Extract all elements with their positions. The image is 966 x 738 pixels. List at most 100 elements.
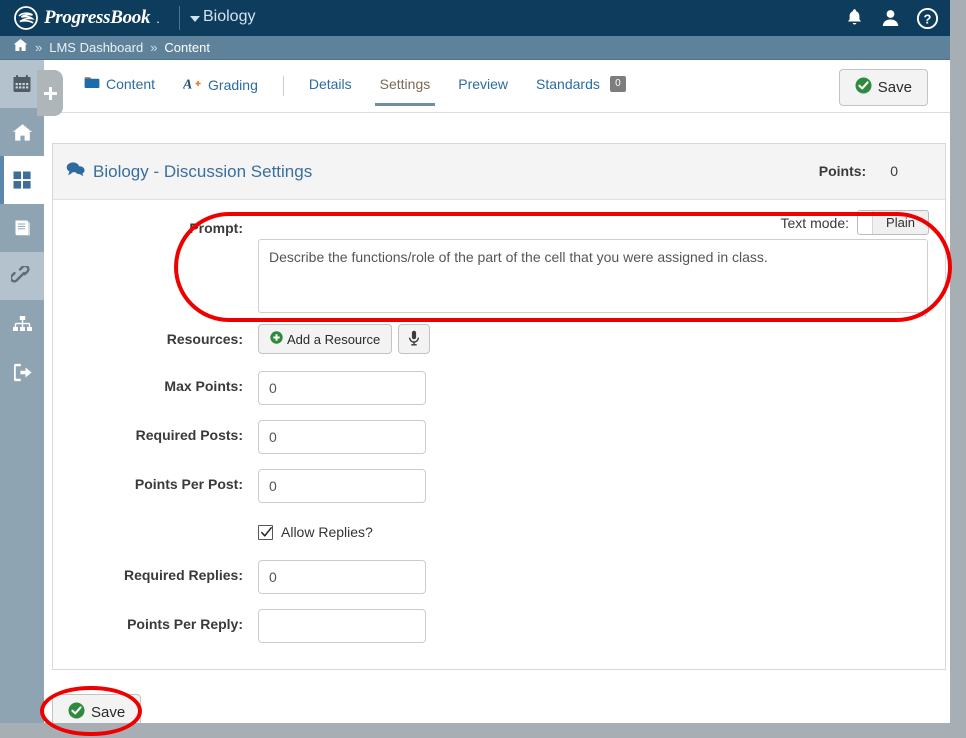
check-circle-icon [68,702,85,723]
checkmark-icon [261,526,272,537]
page-title: Biology - Discussion Settings [66,161,312,182]
tab-grading[interactable]: A Grading [169,70,272,107]
check-circle-icon [855,77,872,98]
tab-details-label: Details [308,76,352,92]
points-per-reply-label: Points Per Reply: [127,616,243,632]
allow-replies-control[interactable]: Allow Replies? [258,520,373,540]
add-resource-button-label: Add a Resource [287,331,381,347]
frame-bottom-strip [0,723,966,738]
breadcrumb-item-content[interactable]: Content [164,40,210,55]
tab-divider [282,76,284,96]
prompt-textarea[interactable] [258,239,928,313]
tab-strip: Content A Grading Details Settings Previ… [44,60,950,113]
add-resource-button[interactable]: Add a Resource [258,324,393,354]
points-per-post-input[interactable] [258,469,426,503]
sitemap-icon [12,315,33,333]
text-mode-control: Text mode: Plain [781,210,929,235]
breadcrumb-separator-2: » [150,40,158,55]
text-mode-toggle-knob [858,211,873,234]
resources-label: Resources: [166,331,243,347]
sidebar-item-hierarchy[interactable] [0,300,44,348]
home-icon[interactable] [13,38,28,57]
svg-text:?: ? [924,11,932,26]
max-points-input[interactable] [258,371,426,405]
required-replies-input[interactable] [258,560,426,594]
logout-icon [12,363,33,382]
text-mode-toggle[interactable]: Plain [857,210,929,235]
screenshot-frame: ProgressBook . Biology ? » LMS Dashboard… [0,0,966,738]
calendar-icon [12,74,32,94]
user-icon[interactable] [881,8,900,28]
topbar-icon-group: ? [845,0,938,36]
sidebar-item-signout[interactable] [0,348,44,396]
microphone-icon [408,330,420,349]
application-window: ProgressBook . Biology ? » LMS Dashboard… [0,0,950,723]
tab-details[interactable]: Details [295,70,366,106]
card-header: Biology - Discussion Settings Points: 0 [53,144,945,200]
breadcrumb-item-lms-dashboard[interactable]: LMS Dashboard [49,40,143,55]
standards-count-badge: 0 [609,76,626,92]
max-points-label: Max Points: [164,378,243,394]
allow-replies-spacer [53,520,258,527]
topbar-divider [179,6,180,30]
points-summary: Points: 0 [819,163,898,179]
points-per-reply-input[interactable] [258,609,426,643]
bell-icon[interactable] [845,8,864,28]
sidebar-item-gradebook[interactable] [0,204,44,252]
grid-icon [12,170,32,190]
text-mode-toggle-value: Plain [886,215,915,230]
tab-content-label: Content [106,76,156,92]
card-body: Prompt: Text mode: Plain Describe the fu… [53,200,945,670]
chevron-down-icon [190,15,200,22]
points-per-post-label: Points Per Post: [134,476,243,492]
tab-settings-label: Settings [379,76,431,92]
main-content: Content A Grading Details Settings Previ… [44,60,950,723]
tab-standards[interactable]: Standards 0 [522,70,640,106]
max-points-row: Max Points: [53,371,426,405]
allow-replies-row: Allow Replies? [53,520,373,540]
points-per-reply-row: Points Per Reply: [53,609,426,643]
sidebar-item-dashboard[interactable] [0,156,44,204]
tab-content[interactable]: Content [70,70,169,106]
text-mode-label: Text mode: [780,214,849,231]
course-selector-label: Biology [203,8,256,25]
plus-icon-v [48,86,52,100]
required-posts-input[interactable] [258,420,426,454]
book-icon [12,218,33,238]
tab-standards-label: Standards [536,76,600,92]
frame-right-strip [950,0,966,738]
save-button-bottom-label: Save [91,704,126,721]
tab-preview[interactable]: Preview [444,70,522,106]
folder-icon [84,76,100,92]
resources-controls: Add a Resource [258,324,431,354]
home-icon [12,123,33,142]
page-title-text: Biology - Discussion Settings [93,161,313,181]
prompt-label: Prompt: [189,220,243,236]
tab-grading-label: Grading [208,76,258,93]
sidebar-rail [0,60,44,723]
brand-name: ProgressBook [44,7,151,28]
tab-settings[interactable]: Settings [366,70,445,106]
progressbook-logo-icon [14,6,38,30]
required-posts-label: Required Posts: [135,427,243,443]
settings-card: Biology - Discussion Settings Points: 0 … [52,143,946,670]
resources-row: Resources: Add a Resource [53,324,431,354]
prompt-row: Prompt: Text mode: Plain [53,210,930,317]
add-panel-tab[interactable] [37,70,63,116]
grade-a-plus-icon: A [182,76,202,93]
required-replies-row: Required Replies: [53,560,426,594]
course-selector[interactable]: Biology [190,8,255,26]
save-button-top[interactable]: Save [838,69,928,106]
points-value: 0 [890,163,898,179]
brand-logo[interactable]: ProgressBook . [14,6,160,30]
breadcrumb: » LMS Dashboard » Content [0,36,950,60]
help-icon[interactable]: ? [917,7,938,29]
sidebar-item-links[interactable] [0,252,44,300]
allow-replies-checkbox[interactable] [258,524,273,540]
link-icon [11,266,33,286]
textarea-resize-handle[interactable] [918,305,927,317]
save-button-bottom[interactable]: Save [52,694,142,723]
plus-circle-icon [270,331,283,347]
required-replies-label: Required Replies: [123,567,243,583]
record-audio-button[interactable] [398,324,431,354]
